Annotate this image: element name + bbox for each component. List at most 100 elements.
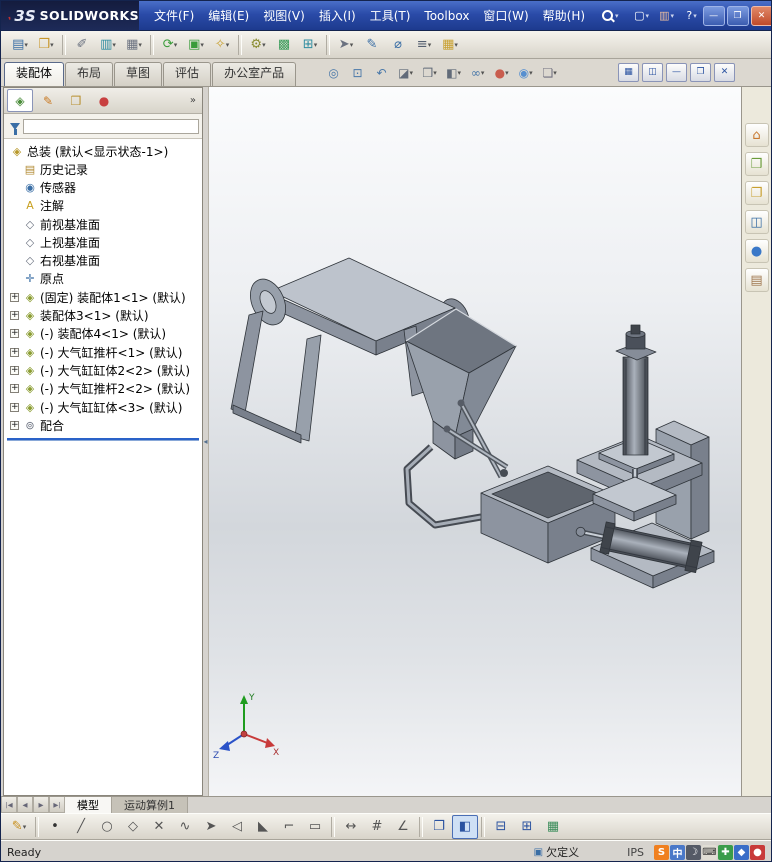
move-tool-icon[interactable]: ↔: [338, 815, 364, 839]
tab-layout[interactable]: 布局: [65, 62, 114, 86]
arrow-tool-icon[interactable]: ➤: [198, 815, 224, 839]
menu-help[interactable]: 帮助(H): [536, 1, 592, 31]
child-restore-button[interactable]: ❐: [690, 63, 711, 82]
display-style-icon[interactable]: ◧: [443, 63, 464, 83]
tree-expander[interactable]: +: [10, 329, 19, 339]
child-close-button[interactable]: ✕: [714, 63, 735, 82]
tree-item-assembly3[interactable]: + ◈ 装配体3<1> (默认): [4, 306, 202, 324]
polygon-tool-icon[interactable]: ◇: [120, 815, 146, 839]
tree-item-right-plane[interactable]: ◇ 右视基准面: [4, 251, 202, 269]
angle-tool-icon[interactable]: ∠: [390, 815, 416, 839]
menu-window[interactable]: 窗口(W): [476, 1, 535, 31]
tree-expander[interactable]: +: [10, 402, 19, 412]
design-library-icon[interactable]: ❒: [744, 152, 769, 176]
last-tab-button[interactable]: ▶|: [49, 797, 65, 813]
ime-keyboard-icon[interactable]: ⌨: [702, 844, 717, 860]
split-horizontal-icon[interactable]: ⊟: [488, 815, 514, 839]
sheet-table-icon[interactable]: ▦: [540, 815, 566, 839]
previous-view-icon[interactable]: ↶: [371, 63, 392, 83]
offset-tool-icon[interactable]: ⌐: [276, 815, 302, 839]
print-icon[interactable]: ▦: [121, 33, 147, 57]
tree-expander[interactable]: +: [10, 420, 19, 430]
tree-item-history[interactable]: ▤ 历史记录: [4, 160, 202, 178]
tree-expander[interactable]: +: [10, 365, 19, 375]
tree-expander[interactable]: +: [10, 311, 19, 321]
menu-edit[interactable]: 编辑(E): [201, 1, 256, 31]
tree-item-annotations[interactable]: A 注解: [4, 197, 202, 215]
shaded-view-icon[interactable]: ◧: [452, 814, 478, 839]
open-document-icon[interactable]: ❒: [33, 33, 59, 57]
sketch-icon[interactable]: ✎: [6, 815, 32, 839]
tab-office[interactable]: 办公室产品: [212, 62, 297, 86]
minimize-button[interactable]: —: [702, 5, 725, 26]
appearances-icon[interactable]: ●: [744, 239, 769, 263]
split-vertical-icon[interactable]: ⊞: [514, 815, 540, 839]
tree-expander[interactable]: [10, 274, 19, 283]
configurationmanager-tab[interactable]: ❒: [63, 89, 89, 112]
tab-sketch[interactable]: 草图: [114, 62, 163, 86]
spline-tool-icon[interactable]: ∿: [172, 815, 198, 839]
next-tab-button[interactable]: ▶: [33, 797, 49, 813]
file-explorer-icon[interactable]: ❐: [744, 181, 769, 205]
sketch-pencil-icon[interactable]: ✎: [359, 33, 385, 57]
menu-view[interactable]: 视图(V): [256, 1, 312, 31]
displaymanager-tab[interactable]: ●: [91, 89, 117, 112]
hide-show-items-icon[interactable]: ∞: [467, 63, 488, 83]
paperclip-icon[interactable]: ✐: [69, 33, 95, 57]
graphics-area[interactable]: Y X Z: [209, 87, 741, 796]
tree-item-mates[interactable]: + ⊚ 配合: [4, 416, 202, 434]
menu-file[interactable]: 文件(F): [147, 1, 201, 31]
viewport-split-icon[interactable]: ◫: [642, 63, 663, 82]
options-icon[interactable]: ≡: [411, 33, 437, 57]
new-document-icon[interactable]: ▢: [631, 6, 653, 26]
panel-expand-chevron[interactable]: »: [190, 95, 199, 106]
child-minimize-button[interactable]: —: [666, 63, 687, 82]
gears-icon[interactable]: ⚙: [245, 33, 271, 57]
prev-tab-button[interactable]: ◀: [17, 797, 33, 813]
maximize-button[interactable]: ❐: [726, 5, 749, 26]
tree-expander[interactable]: [10, 238, 19, 247]
tree-expander[interactable]: +: [10, 292, 19, 302]
tree-item-assembly1[interactable]: + ◈ (固定) 装配体1<1> (默认): [4, 288, 202, 306]
tab-evaluate[interactable]: 评估: [163, 62, 212, 86]
tree-expander[interactable]: +: [10, 384, 19, 394]
measure-icon[interactable]: ⌀: [385, 33, 411, 57]
toolbox-settings-icon[interactable]: ▥: [656, 6, 678, 26]
custom-properties-icon[interactable]: ▤: [744, 268, 769, 292]
help-icon[interactable]: ?: [681, 6, 703, 26]
tray-dot-icon[interactable]: ●: [750, 844, 765, 860]
tree-item-assembly4[interactable]: + ◈ (-) 装配体4<1> (默认): [4, 325, 202, 343]
new-from-template-icon[interactable]: ▤: [7, 33, 33, 57]
tree-item-sensors[interactable]: ◉ 传感器: [4, 178, 202, 196]
ime-mode-icon[interactable]: ☽: [686, 844, 701, 860]
spec-flask-icon[interactable]: ✧: [209, 33, 235, 57]
mirror-tool-icon[interactable]: ◁: [224, 815, 250, 839]
edit-appearance-icon[interactable]: ●: [491, 63, 512, 83]
zoom-fit-icon[interactable]: ◎: [323, 63, 344, 83]
model-tab[interactable]: 模型: [65, 797, 112, 813]
tree-item-top-plane[interactable]: ◇ 上视基准面: [4, 233, 202, 251]
tree-expander[interactable]: [10, 165, 19, 174]
view-orientation-icon[interactable]: ❒: [419, 63, 440, 83]
tree-expander[interactable]: +: [10, 347, 19, 357]
tree-expander[interactable]: [10, 256, 19, 265]
ime-language-icon[interactable]: 中: [670, 844, 685, 860]
tree-root-item[interactable]: ◈ 总装 (默认<显示状态-1>): [4, 142, 202, 160]
circle-tool-icon[interactable]: ○: [94, 815, 120, 839]
rebuild-icon[interactable]: ⟳: [157, 33, 183, 57]
viewport-pane-icon[interactable]: ▦: [618, 63, 639, 82]
tree-item-origin[interactable]: ✛ 原点: [4, 270, 202, 288]
tray-plus-icon[interactable]: ✚: [718, 844, 733, 860]
propertymanager-tab[interactable]: ✎: [35, 89, 61, 112]
filter-input[interactable]: [23, 118, 199, 134]
featuremanager-tab[interactable]: ◈: [7, 89, 33, 112]
apply-scene-icon[interactable]: ◉: [515, 63, 536, 83]
color-grid-icon[interactable]: ▩: [271, 33, 297, 57]
design-table-icon[interactable]: ▦: [437, 33, 463, 57]
bom-columns-icon[interactable]: ▥: [95, 33, 121, 57]
chamfer-tool-icon[interactable]: ◣: [250, 815, 276, 839]
home-icon[interactable]: ⌂: [744, 123, 769, 147]
close-button[interactable]: ✕: [750, 5, 771, 26]
rollback-bar[interactable]: [7, 438, 199, 442]
construction-rect-icon[interactable]: ▭: [302, 815, 328, 839]
